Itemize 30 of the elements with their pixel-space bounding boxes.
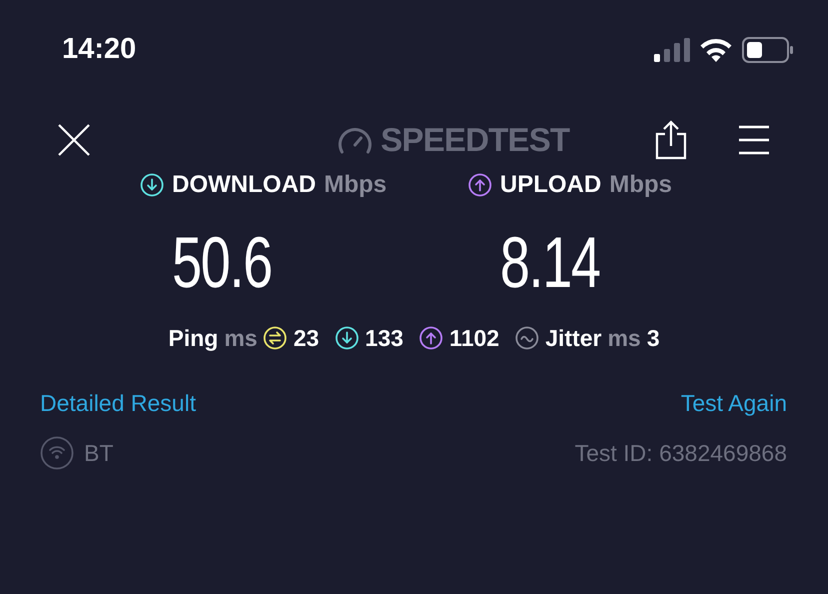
latency-label: Jitter <box>545 324 602 353</box>
test-again-link[interactable]: Test Again <box>680 386 787 420</box>
latency-value: 133 <box>365 324 404 353</box>
wifi-circle-icon <box>40 436 74 470</box>
gauge-icon <box>336 125 373 155</box>
metric-value: 50.6 <box>172 227 273 299</box>
latency-value: 1102 <box>449 324 500 353</box>
latency-unit: ms <box>224 324 258 353</box>
close-button[interactable] <box>56 122 92 158</box>
signal-icon <box>654 38 690 62</box>
clock-time: 14:20 <box>62 32 136 68</box>
swap-arrows-icon <box>263 326 288 350</box>
latency-value: 23 <box>293 324 320 353</box>
latency-unit: ms <box>608 324 641 353</box>
share-button[interactable] <box>654 120 688 160</box>
menu-button[interactable] <box>738 124 770 156</box>
latency-value: 3 <box>646 324 660 353</box>
metric-unit: Mbps <box>609 170 672 200</box>
wifi-icon <box>700 38 732 62</box>
metric-label: DOWNLOAD <box>172 170 316 200</box>
metric-label: UPLOAD <box>500 170 602 200</box>
provider-name: BT <box>84 439 114 468</box>
latency-label: Ping <box>168 324 218 353</box>
wave-icon <box>515 326 540 350</box>
detailed-result-link[interactable]: Detailed Result <box>40 386 196 420</box>
battery-icon <box>742 37 794 63</box>
test-id: Test ID: 6382469868 <box>574 439 787 468</box>
metric-value: 8.14 <box>500 227 601 299</box>
metric-unit: Mbps <box>324 170 387 200</box>
logo-text: SPEEDTEST <box>380 120 570 160</box>
